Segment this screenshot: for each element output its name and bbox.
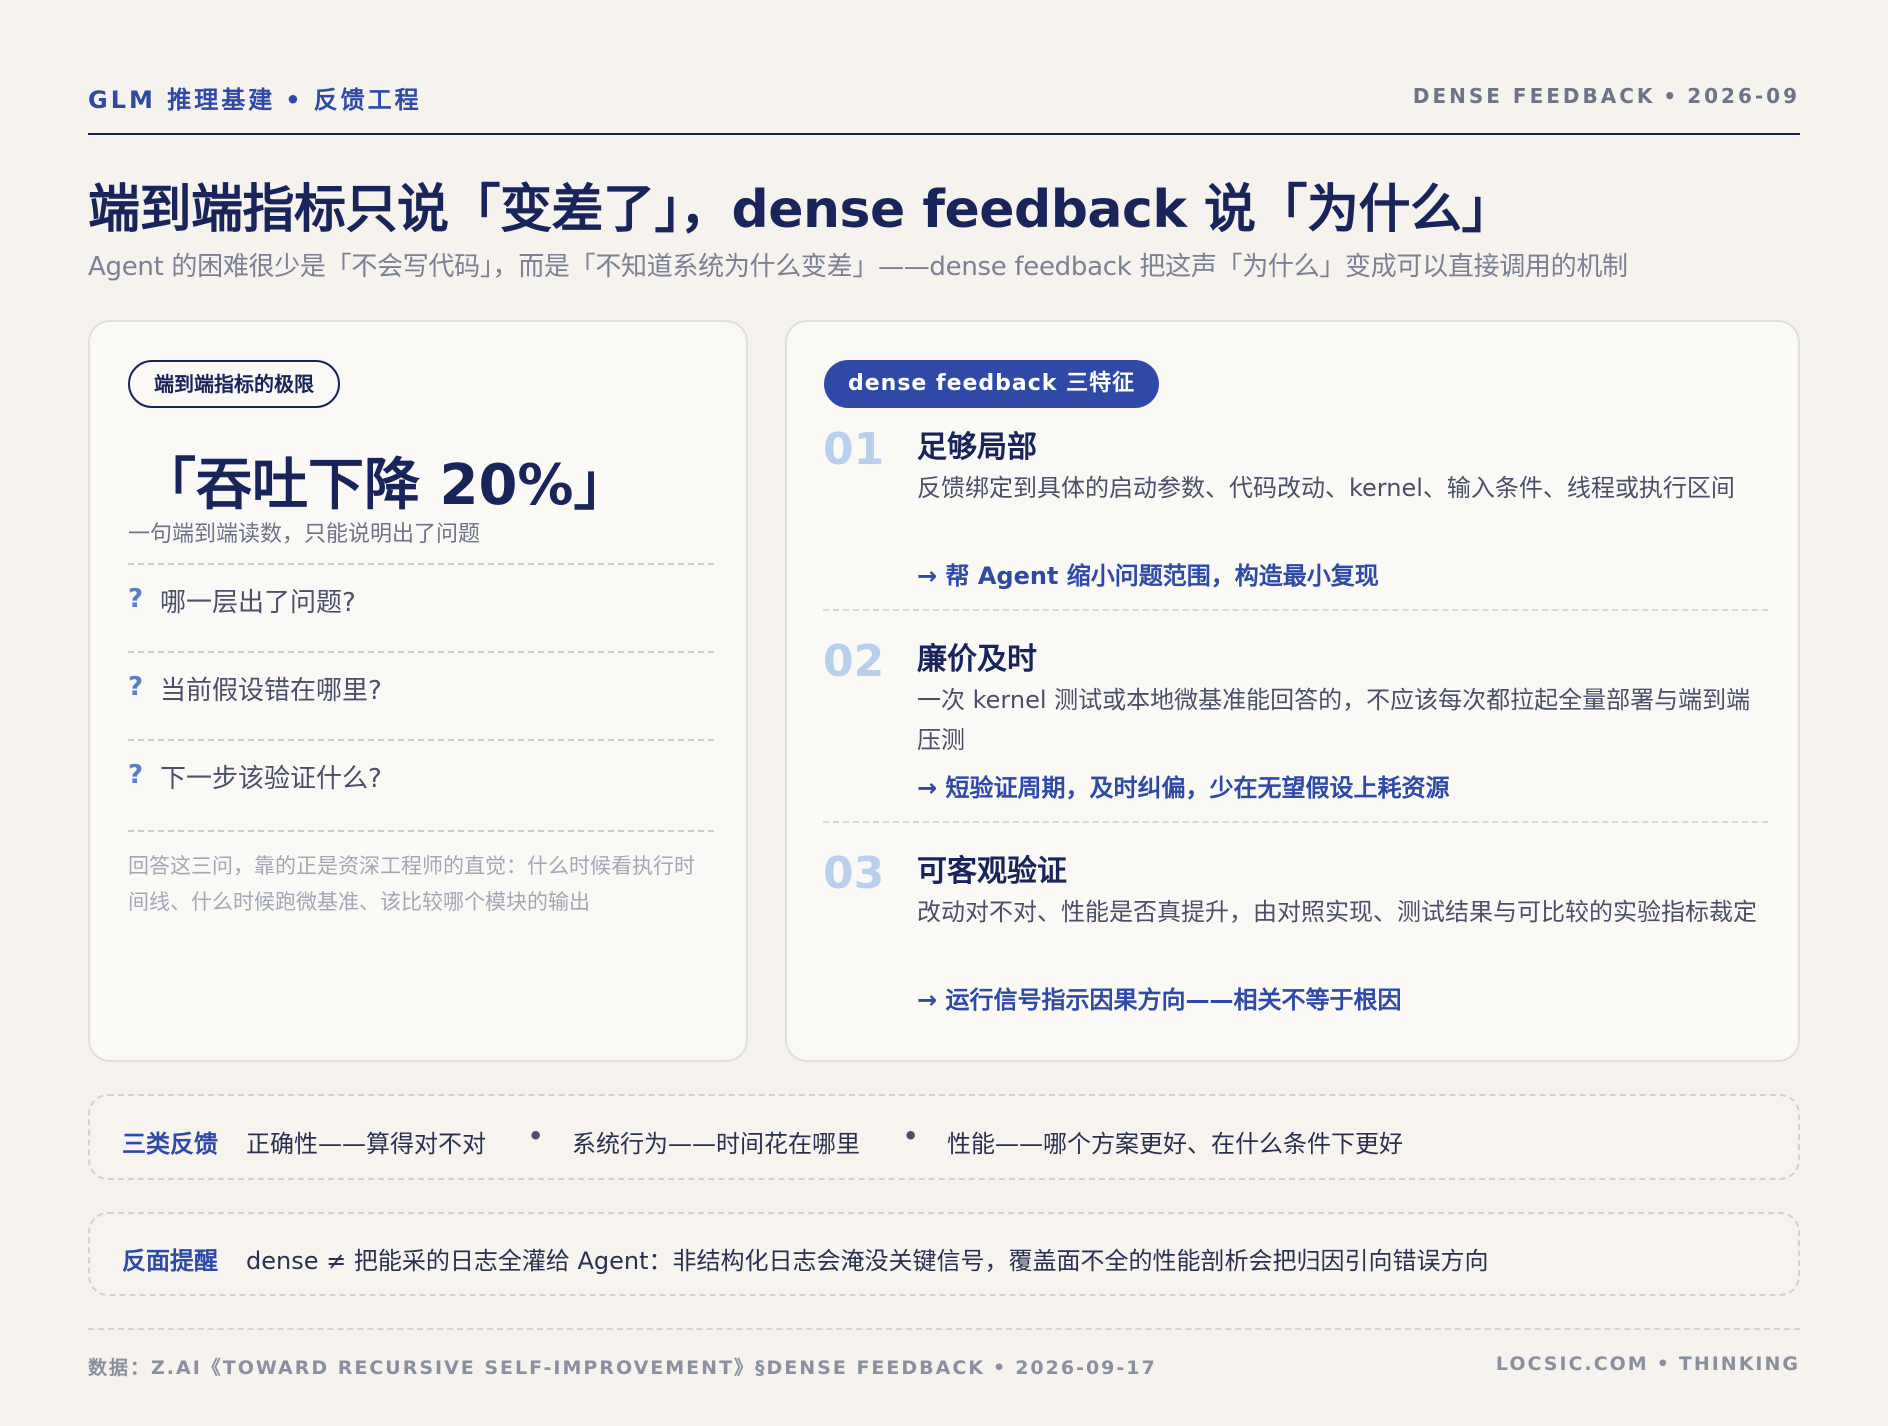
limits-pill: 端到端指标的极限 — [128, 360, 340, 408]
warning-banner: 反面提醒 dense ≠ 把能采的日志全灌给 Agent：非结构化日志会淹没关键… — [88, 1212, 1800, 1296]
footer-source: 数据：Z.AI《TOWARD RECURSIVE SELF-IMPROVEMEN… — [88, 1353, 1157, 1380]
divider — [823, 609, 1768, 611]
quote-note: 一句端到端读数，只能说明出了问题 — [128, 522, 481, 547]
header-rule — [88, 133, 1800, 135]
feedback-type: 正确性——算得对不对 — [246, 1130, 486, 1158]
separator-dot: • — [1663, 84, 1680, 108]
question-item: ? 当前假设错在哪里? — [128, 666, 714, 706]
big-quote: 「吞吐下降 20%」 — [140, 453, 630, 518]
footer-site: LOCSIC.COM • THINKING — [1496, 1353, 1800, 1375]
feature-takeaway: → 短验证周期，及时纠偏，少在无望假设上耗资源 — [917, 774, 1450, 802]
question-mark-icon: ? — [128, 672, 144, 702]
separator-dot: • — [528, 1122, 544, 1150]
footer-date: 2026-09-17 — [1015, 1357, 1157, 1379]
question-item: ? 哪一层出了问题? — [128, 578, 714, 618]
intuition-note: 回答这三问，靠的正是资深工程师的直觉：什么时候看执行时间线、什么时候跑微基准、该… — [128, 854, 695, 914]
feature-takeaway: → 帮 Agent 缩小问题范围，构造最小复现 — [917, 562, 1379, 590]
question-text: 当前假设错在哪里? — [160, 676, 382, 706]
top-bar: GLM 推理基建 • 反馈工程 DENSE FEEDBACK • 2026-09 — [88, 80, 1800, 114]
brand-topic: 反馈工程 — [313, 86, 422, 114]
brand: GLM 推理基建 • 反馈工程 — [88, 80, 422, 115]
question-mark-icon: ? — [128, 584, 144, 614]
source-citation: 数据：Z.AI《TOWARD RECURSIVE SELF-IMPROVEMEN… — [88, 1357, 986, 1379]
feature-description: 一次 kernel 测试或本地微基准能回答的，不应该每次都拉起全量部署与端到端压… — [917, 686, 1751, 754]
separator-dot: • — [993, 1357, 1008, 1379]
features-card: dense feedback 三特征 01 足够局部 反馈绑定到具体的启动参数、… — [785, 320, 1800, 1062]
feature-title: 足够局部 — [917, 430, 1037, 465]
page-subtitle: Agent 的困难很少是「不会写代码」，而是「不知道系统为什么变差」——dens… — [88, 252, 1628, 282]
question-text: 哪一层出了问题? — [160, 588, 356, 618]
site-name: LOCSIC.COM — [1495, 1353, 1649, 1375]
divider — [128, 830, 714, 832]
features-pill: dense feedback 三特征 — [824, 360, 1160, 408]
feedback-type: 系统行为——时间花在哪里 — [572, 1130, 860, 1158]
divider — [128, 651, 714, 653]
separator-dot: • — [903, 1122, 919, 1150]
question-mark-icon: ? — [128, 760, 144, 790]
divider — [128, 739, 714, 741]
edition: DENSE FEEDBACK • 2026-09 — [1413, 84, 1800, 108]
banner-label: 反面提醒 — [122, 1247, 218, 1275]
feedback-types-banner: 三类反馈 正确性——算得对不对 • 系统行为——时间花在哪里 • 性能——哪个方… — [88, 1094, 1800, 1180]
divider — [823, 821, 1768, 823]
separator-dot: • — [1656, 1353, 1671, 1375]
edition-name: DENSE FEEDBACK — [1412, 84, 1656, 108]
site-section: THINKING — [1678, 1353, 1800, 1375]
feature-number: 03 — [823, 848, 885, 899]
edition-date: 2026-09 — [1687, 84, 1800, 108]
divider — [128, 563, 714, 565]
limits-card: 端到端指标的极限 「吞吐下降 20%」 一句端到端读数，只能说明出了问题 ? 哪… — [88, 320, 748, 1062]
page-title: 端到端指标只说「变差了」，dense feedback 说「为什么」 — [88, 180, 1514, 240]
question-text: 下一步该验证什么? — [160, 764, 382, 794]
feature-title: 可客观验证 — [917, 854, 1067, 889]
feature-description: 改动对不对、性能是否真提升，由对照实现、测试结果与可比较的实验指标裁定 — [917, 898, 1757, 926]
slide: GLM 推理基建 • 反馈工程 DENSE FEEDBACK • 2026-09 端到端… — [88, 0, 1800, 1426]
feature-number: 01 — [823, 424, 885, 475]
feature-takeaway: → 运行信号指示因果方向——相关不等于根因 — [917, 986, 1402, 1014]
feature-title: 廉价及时 — [917, 642, 1037, 677]
question-item: ? 下一步该验证什么? — [128, 754, 714, 794]
feedback-type: 性能——哪个方案更好、在什么条件下更好 — [947, 1130, 1403, 1158]
brand-series: GLM 推理基建 — [88, 86, 276, 114]
separator-dot: • — [285, 86, 304, 114]
footer-rule — [88, 1328, 1800, 1330]
banner-label: 三类反馈 — [122, 1130, 218, 1158]
warning-text: dense ≠ 把能采的日志全灌给 Agent：非结构化日志会淹没关键信号，覆盖… — [246, 1247, 1489, 1275]
feature-number: 02 — [823, 636, 885, 687]
feature-description: 反馈绑定到具体的启动参数、代码改动、kernel、输入条件、线程或执行区间 — [917, 474, 1735, 502]
